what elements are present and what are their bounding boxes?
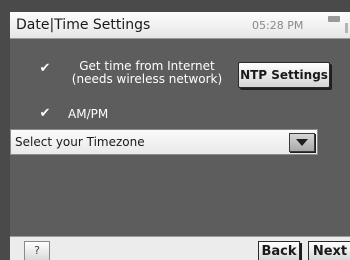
battery-icon: [328, 16, 340, 22]
ntp-settings-button[interactable]: NTP Settings: [238, 62, 330, 88]
device-bezel: Date|Time Settings 05:28 PM ✔ Get time f…: [0, 0, 350, 260]
timezone-dropdown-button[interactable]: [289, 133, 315, 152]
back-button[interactable]: Back: [258, 241, 300, 260]
bottom-bar: ? Back Next: [10, 236, 350, 260]
chevron-down-icon: [296, 139, 308, 146]
timezone-select-value: Select your Timezone: [15, 135, 145, 149]
internet-time-label-line2: (needs wireless network): [71, 72, 223, 86]
settings-screen: Date|Time Settings 05:28 PM ✔ Get time f…: [10, 12, 350, 260]
page-title: Date|Time Settings: [16, 17, 151, 33]
title-bar: Date|Time Settings 05:28 PM: [10, 12, 350, 39]
ampm-checkbox[interactable]: ✔: [38, 107, 52, 121]
timezone-select[interactable]: Select your Timezone: [10, 129, 318, 155]
battery-level-icon: [345, 23, 348, 33]
internet-time-checkbox[interactable]: ✔: [38, 62, 52, 76]
status-clock: 05:28 PM: [252, 19, 304, 32]
ampm-label: AM/PM: [68, 107, 109, 121]
help-button[interactable]: ?: [24, 241, 50, 260]
internet-time-label: Get time from Internet (needs wireless n…: [62, 60, 232, 86]
next-button[interactable]: Next: [308, 241, 350, 260]
